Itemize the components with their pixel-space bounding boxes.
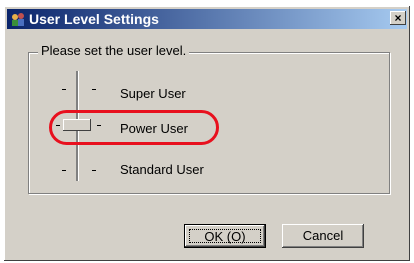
power-user-highlight (49, 110, 219, 145)
level-label-super-user: Super User (120, 86, 186, 101)
ok-button-label: OK (O) (204, 229, 246, 244)
title-bar: User Level Settings × (7, 9, 407, 29)
level-label-standard-user: Standard User (120, 162, 204, 177)
app-icon (12, 13, 24, 26)
group-legend: Please set the user level. (38, 43, 190, 59)
ok-button[interactable]: OK (O) (184, 224, 266, 248)
tick-bottom-left (62, 170, 66, 171)
tick-top-left (62, 89, 66, 90)
cancel-button[interactable]: Cancel (282, 224, 364, 248)
close-button[interactable]: × (390, 11, 406, 25)
window-title: User Level Settings (29, 11, 159, 27)
tick-top-right (92, 89, 96, 90)
tick-bottom-right (92, 170, 96, 171)
